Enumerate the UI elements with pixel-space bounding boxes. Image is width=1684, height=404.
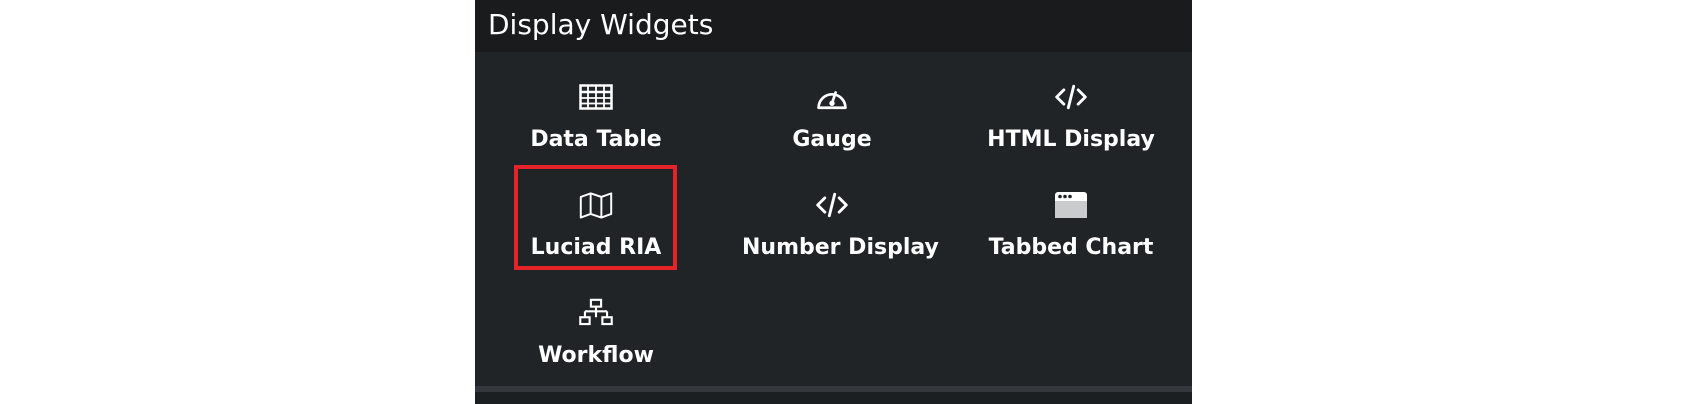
- widget-label: HTML Display: [987, 127, 1155, 152]
- widget-label: Number Display: [742, 235, 939, 260]
- browser-window-icon: [1054, 190, 1088, 220]
- code-icon: [1054, 82, 1088, 112]
- widget-html-display[interactable]: HTML Display: [981, 66, 1161, 166]
- widget-label: Tabbed Chart: [988, 235, 1154, 260]
- widget-number-display[interactable]: Number Display: [742, 174, 939, 274]
- gauge-icon: [815, 82, 849, 112]
- widget-workflow[interactable]: Workflow: [506, 282, 686, 382]
- panel-title: Display Widgets: [488, 8, 714, 41]
- display-widgets-panel: Display Widgets Data Table Gauge HTML Di…: [475, 0, 1192, 404]
- panel-footer: [475, 392, 1192, 404]
- panel-header: Display Widgets: [475, 0, 1192, 52]
- table-icon: [579, 82, 613, 112]
- selection-highlight: [514, 165, 677, 270]
- code-icon: [815, 190, 849, 220]
- widget-label: Workflow: [538, 343, 654, 368]
- widget-tabbed-chart[interactable]: Tabbed Chart: [981, 174, 1161, 274]
- widget-label: Gauge: [792, 127, 872, 152]
- sitemap-icon: [579, 298, 613, 328]
- widget-label: Data Table: [530, 127, 662, 152]
- widget-data-table[interactable]: Data Table: [506, 66, 686, 166]
- widget-gauge[interactable]: Gauge: [742, 66, 922, 166]
